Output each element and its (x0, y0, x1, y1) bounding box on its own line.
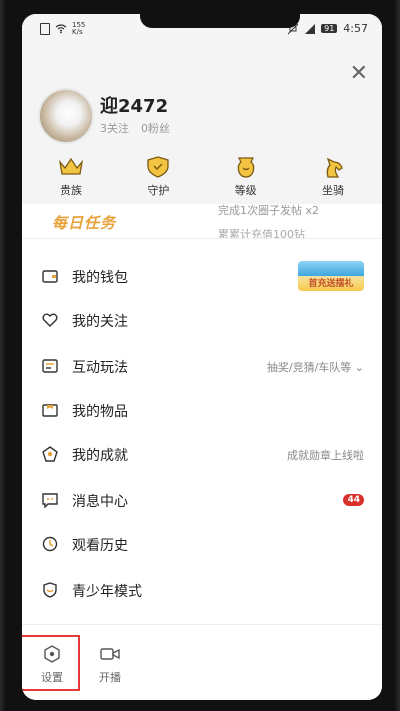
video-camera-icon (100, 648, 120, 660)
horse-icon (326, 157, 343, 178)
profile-header: ✕ 迎2472 3关注 0粉丝 贵族 守护 等级 坐骑 (22, 44, 382, 204)
perk-mount[interactable]: 坐骑 (298, 156, 368, 198)
perk-noble[interactable]: 贵族 (36, 156, 106, 198)
clock-icon (42, 536, 58, 552)
achievement-icon (42, 446, 58, 462)
menu-item-wallet[interactable]: 我的钱包 首充送摆礼 (22, 254, 382, 298)
camera-notch (140, 14, 300, 28)
task-line-2: 累累计充值100钻 (218, 228, 305, 239)
interactive-subtitle: 抽奖/竞猜/车队等 (266, 361, 352, 374)
perk-guard[interactable]: 守护 (123, 156, 193, 198)
close-icon[interactable]: ✕ (350, 63, 368, 85)
daily-task-title: 每日任务 (52, 214, 117, 232)
youth-shield-icon (43, 582, 57, 598)
task-line-1: 完成1次圈子发帖 (218, 204, 302, 217)
shield-icon (147, 156, 169, 178)
first-charge-promo[interactable]: 首充送摆礼 (298, 261, 364, 291)
signal-x-icon (305, 23, 316, 34)
unread-badge: 44 (343, 494, 364, 506)
screen: 155 K/s 91 4:57 ✕ 迎2472 3关注 0粉丝 贵族 守护 等级… (22, 14, 382, 700)
battery-indicator: 91 (321, 24, 338, 33)
task-reward-1: x2 (305, 204, 320, 217)
heart-icon (42, 313, 58, 327)
game-icon (42, 359, 58, 373)
message-icon (42, 493, 58, 508)
clock-time: 4:57 (343, 22, 368, 35)
menu-item-messages[interactable]: 消息中心 44 (22, 478, 382, 522)
menu-item-follows[interactable]: 我的关注 (22, 298, 382, 342)
settings-highlight-box (22, 635, 80, 691)
box-icon (42, 404, 58, 417)
menu-item-history[interactable]: 观看历史 (22, 522, 382, 566)
achievement-subtitle: 成就勋章上线啦 (287, 449, 364, 462)
perk-level[interactable]: 等级 (211, 156, 281, 198)
chevron-down-icon[interactable]: ⌄ (355, 361, 364, 374)
perks-row: 贵族 守护 等级 坐骑 (36, 156, 368, 198)
sim-icon (40, 23, 50, 35)
fans-count[interactable]: 0粉丝 (141, 120, 170, 136)
broadcast-button[interactable]: 开播 (90, 639, 130, 685)
menu-item-interactive[interactable]: 互动玩法 抽奖/竞猜/车队等 ⌄ (22, 344, 382, 388)
menu-item-youth-mode[interactable]: 青少年模式 (22, 568, 382, 612)
wallet-icon (42, 270, 58, 283)
wifi-icon (55, 24, 67, 34)
daily-task-banner[interactable]: 每日任务 完成1次圈子发帖 x2 累累计充值100钻 (22, 204, 382, 239)
network-speed: 155 K/s (72, 21, 86, 36)
level-icon (237, 157, 254, 178)
follows-count[interactable]: 3关注 (100, 120, 129, 136)
bottom-bar: 设置 开播 (22, 624, 382, 700)
avatar[interactable] (38, 88, 94, 144)
phone-frame: 155 K/s 91 4:57 ✕ 迎2472 3关注 0粉丝 贵族 守护 等级… (0, 0, 400, 711)
menu-item-achievements[interactable]: 我的成就 成就勋章上线啦 (22, 432, 382, 476)
crown-icon (58, 157, 84, 175)
menu-item-items[interactable]: 我的物品 (22, 388, 382, 432)
profile-stats: 3关注 0粉丝 (100, 120, 170, 136)
username[interactable]: 迎2472 (100, 92, 168, 118)
